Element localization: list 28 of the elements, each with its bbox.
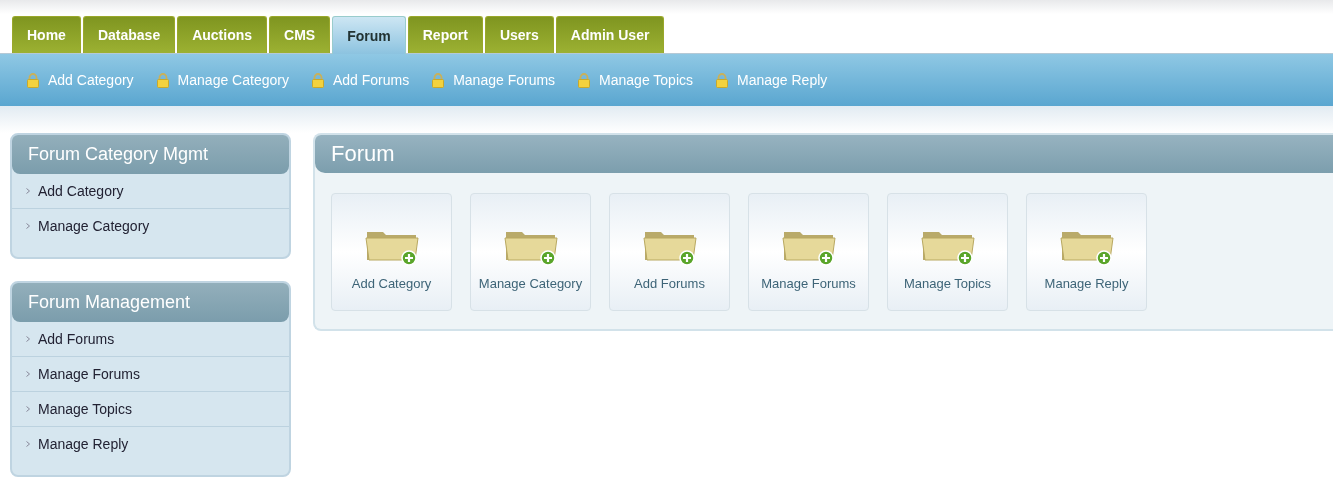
panel-header: Forum Category Mgmt bbox=[12, 135, 289, 174]
shortcut-tile[interactable]: Manage Reply bbox=[1026, 193, 1147, 311]
sidebar-link[interactable]: Manage Category bbox=[12, 209, 289, 243]
chevron-icon bbox=[26, 441, 30, 447]
lock-icon bbox=[715, 72, 729, 88]
lock-icon bbox=[431, 72, 446, 88]
chevron-icon bbox=[26, 336, 30, 342]
shortcut-tile[interactable]: Add Forums bbox=[609, 193, 730, 311]
panel-header: Forum Management bbox=[12, 283, 289, 322]
sidebar-link[interactable]: Manage Reply bbox=[12, 427, 289, 461]
lock-icon bbox=[155, 72, 170, 88]
panel-header: Forum bbox=[315, 135, 1333, 173]
lock-icon bbox=[577, 72, 592, 88]
shortcut-tile[interactable]: Manage Category bbox=[470, 193, 591, 311]
shortcut-tile[interactable]: Manage Forums bbox=[748, 193, 869, 311]
shortcut-tile[interactable]: Add Category bbox=[331, 193, 452, 311]
chevron-icon bbox=[26, 371, 30, 377]
sidebar-link[interactable]: Add Forums bbox=[12, 322, 289, 357]
shortcut-tile[interactable]: Manage Topics bbox=[887, 193, 1008, 311]
nav-tab[interactable]: Forum bbox=[332, 16, 406, 54]
sidebar-link[interactable]: Manage Forums bbox=[12, 357, 289, 392]
chevron-icon bbox=[26, 188, 30, 194]
chevron-icon bbox=[26, 223, 30, 229]
sidebar-link[interactable]: Add Category bbox=[12, 174, 289, 209]
chevron-icon bbox=[26, 406, 30, 412]
lock-icon bbox=[310, 72, 325, 88]
sidebar-link[interactable]: Manage Topics bbox=[12, 392, 289, 427]
lock-icon bbox=[26, 72, 40, 88]
